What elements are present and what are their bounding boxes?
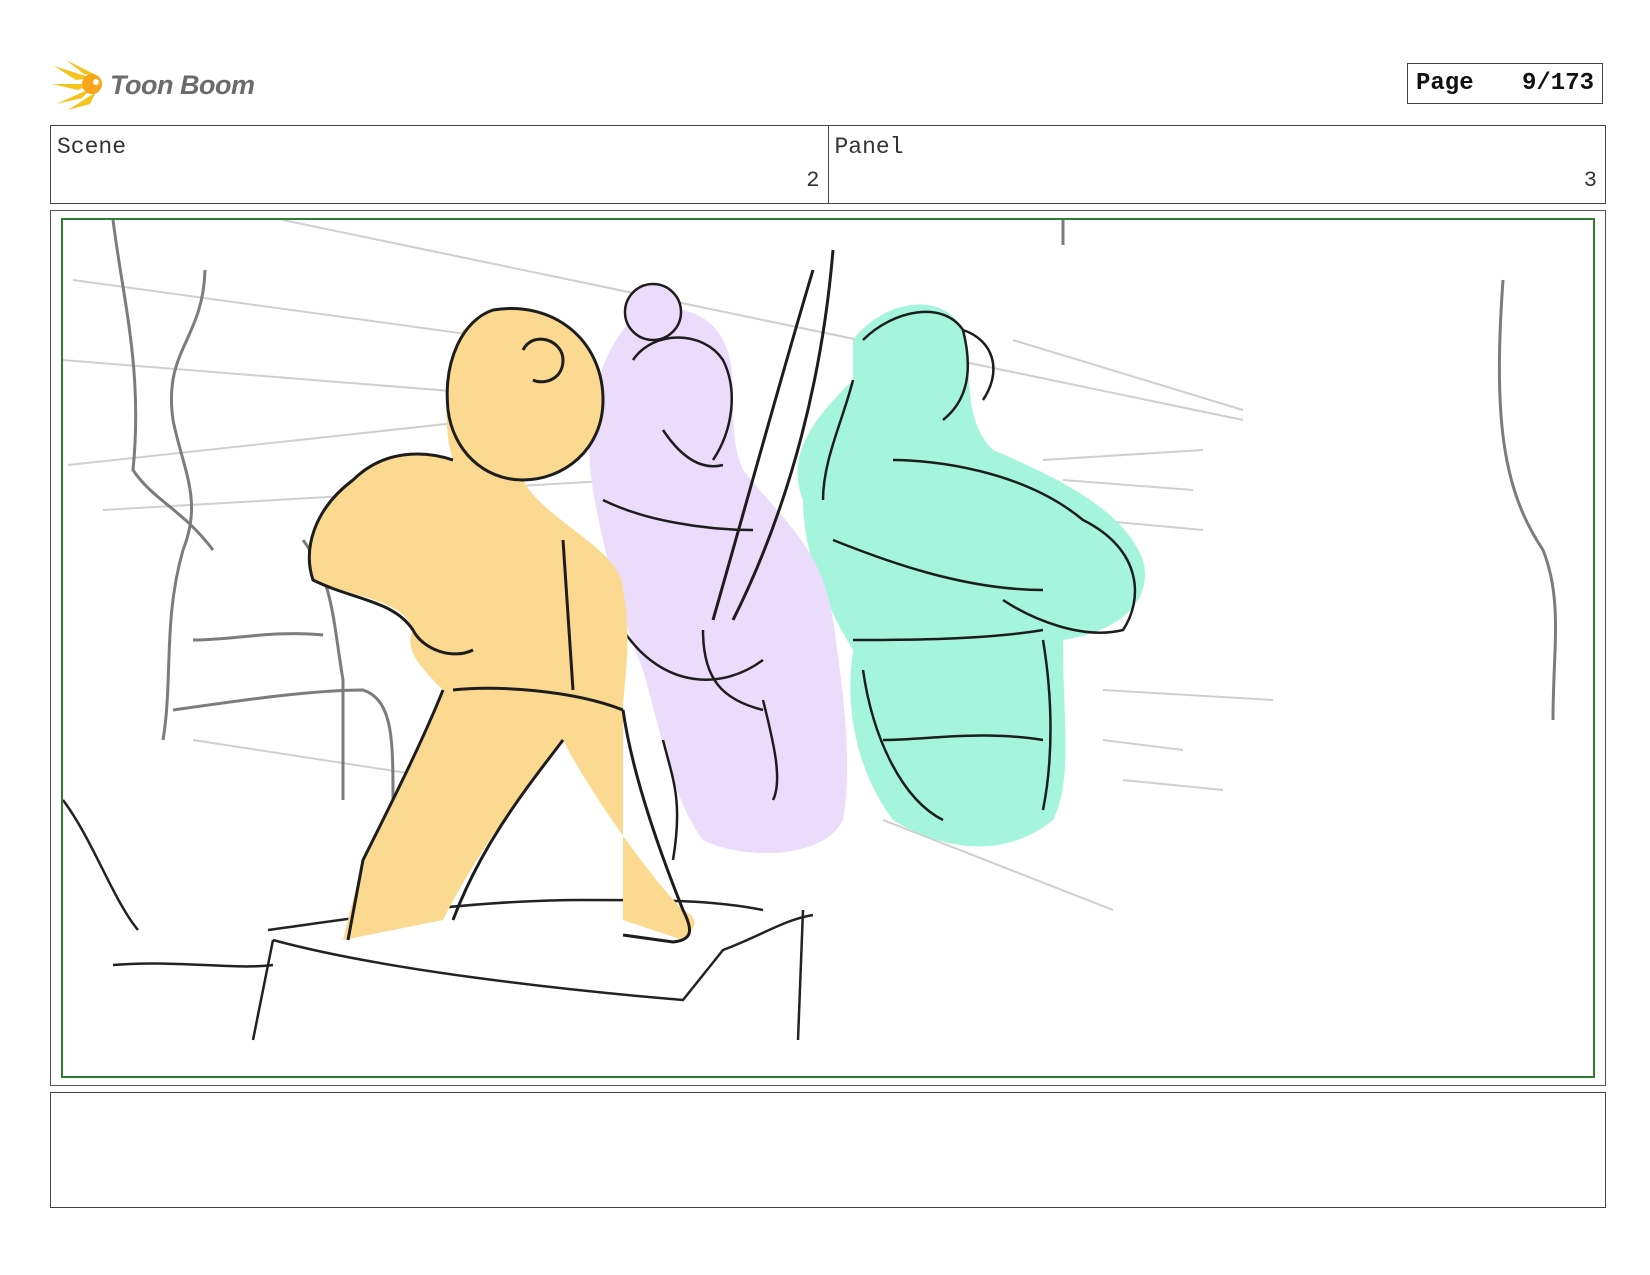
lavender-elf-character: [589, 282, 848, 861]
scene-label: Scene: [57, 134, 127, 160]
panel-number: 3: [1583, 168, 1597, 193]
page-number: 9/173: [1521, 70, 1594, 97]
page-indicator: Page 9/173: [1407, 63, 1603, 104]
storyboard-panel: [61, 218, 1595, 1078]
mint-elf-character: [797, 304, 1145, 847]
page-label: Page: [1416, 70, 1474, 97]
panel-label: Panel: [834, 134, 904, 160]
scene-panel-header: Scene 2 Panel 3: [50, 125, 1606, 204]
panel-cell: Panel 3: [827, 126, 1606, 203]
scene-cell: Scene 2: [51, 126, 828, 203]
caption-box: [50, 1092, 1606, 1208]
scene-number: 2: [806, 168, 820, 193]
storyboard-sketch: [63, 220, 1557, 1041]
brand-name: Toon Boom: [110, 70, 255, 100]
